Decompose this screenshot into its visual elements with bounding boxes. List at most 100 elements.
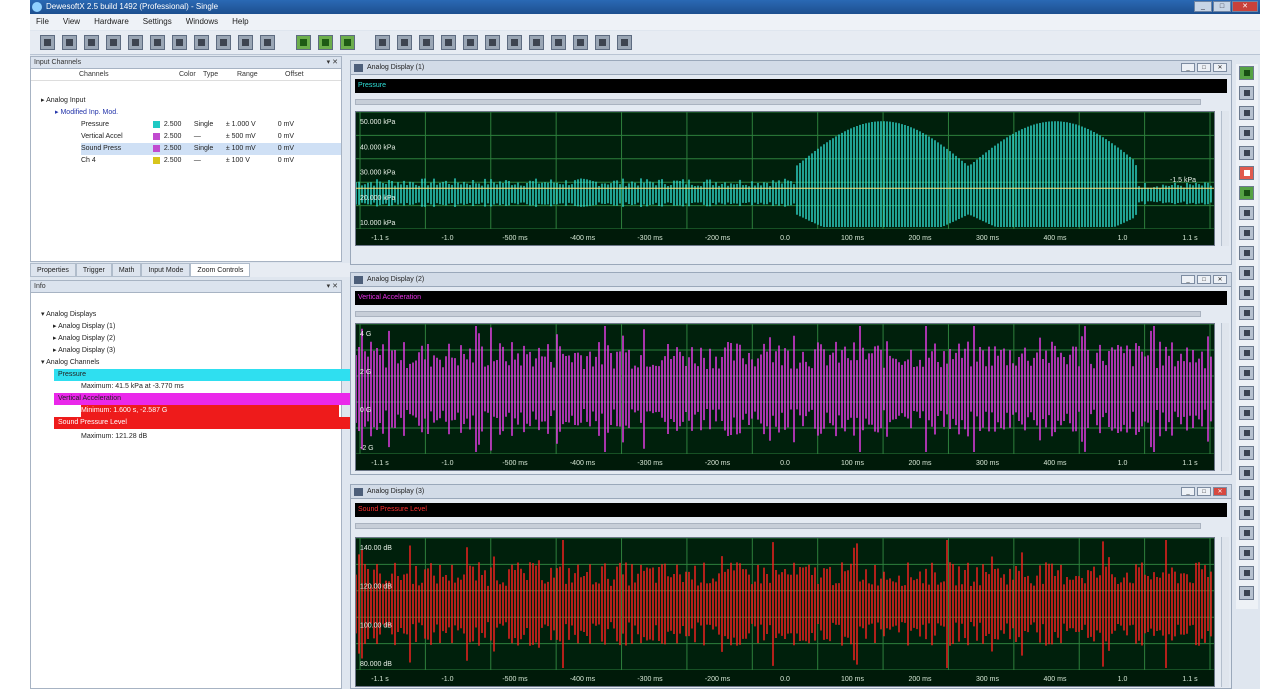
display-channel-bar[interactable]: Vertical Acceleration xyxy=(355,291,1227,305)
tree-analog-displays[interactable]: ▾ Analog Displays xyxy=(41,309,96,321)
info-channel-sound-pressure[interactable]: Sound Pressure Level xyxy=(54,417,362,429)
display-scrollbar[interactable] xyxy=(355,523,1201,529)
measure-icon[interactable] xyxy=(128,35,143,50)
menu-help[interactable]: Help xyxy=(232,14,248,30)
display-minimize-button[interactable]: _ xyxy=(1181,63,1195,72)
table-icon[interactable] xyxy=(551,35,566,50)
close-button[interactable]: ✕ xyxy=(1232,1,1258,12)
col-offset[interactable]: Offset xyxy=(285,69,325,80)
help-icon[interactable] xyxy=(1239,566,1254,580)
channel-row[interactable]: Vertical Accel 2.500 — ± 500 mV 0 mV xyxy=(81,131,341,143)
new-file-icon[interactable] xyxy=(40,35,55,50)
tab-math[interactable]: Math xyxy=(111,263,142,277)
stop-icon[interactable] xyxy=(340,35,355,50)
properties-icon[interactable] xyxy=(1239,546,1254,560)
xy-view-icon[interactable] xyxy=(1239,206,1254,220)
tree-display-3[interactable]: ▸ Analog Display (3) xyxy=(53,345,115,357)
display-scrollbar[interactable] xyxy=(355,311,1201,317)
menu-file[interactable]: File xyxy=(36,14,49,30)
zoom-icon[interactable] xyxy=(194,35,209,50)
lock-icon[interactable] xyxy=(1239,526,1254,540)
menu-settings[interactable]: Settings xyxy=(143,14,172,30)
minimize-button[interactable]: _ xyxy=(1194,1,1212,12)
settings-icon[interactable] xyxy=(617,35,632,50)
display-close-button[interactable]: ✕ xyxy=(1213,487,1227,496)
display-close-button[interactable]: ✕ xyxy=(1213,275,1227,284)
display-maximize-button[interactable]: □ xyxy=(1197,487,1211,496)
display-maximize-button[interactable]: □ xyxy=(1197,275,1211,284)
remove-icon[interactable] xyxy=(1239,286,1254,300)
tab-zoom-controls[interactable]: Zoom Controls xyxy=(190,263,251,277)
display-minimize-button[interactable]: _ xyxy=(1181,487,1195,496)
plot-canvas-vertical-acceleration[interactable]: 4 G 2 G 0 G -2 G -1.1 s -1.0 -500 ms -400 ms -30… xyxy=(356,324,1214,470)
layout-2-icon[interactable] xyxy=(397,35,412,50)
chart-icon[interactable] xyxy=(573,35,588,50)
scope-icon[interactable] xyxy=(595,35,610,50)
info-channel-pressure[interactable]: Pressure xyxy=(54,369,362,381)
tab-input-mode[interactable]: Input Mode xyxy=(141,263,191,277)
tree-analog-input[interactable]: ▸ Analog Input xyxy=(41,95,85,107)
zoom-in-icon[interactable] xyxy=(1239,326,1254,340)
run-icon[interactable] xyxy=(296,35,311,50)
channel-color-swatch[interactable] xyxy=(152,156,160,164)
tab-properties[interactable]: Properties xyxy=(30,263,76,277)
marker-tool-icon[interactable] xyxy=(1239,446,1254,460)
align-icon[interactable] xyxy=(1239,386,1254,400)
tree-analog-channels[interactable]: ▾ Analog Channels xyxy=(41,357,99,369)
plot-canvas-sound-pressure[interactable]: 140.00 dB 120.00 dB 100.00 dB 80.000 dB -1.1… xyxy=(356,538,1214,686)
tab-trigger[interactable]: Trigger xyxy=(75,263,112,277)
menu-hardware[interactable]: Hardware xyxy=(94,14,129,30)
tree-display-1[interactable]: ▸ Analog Display (1) xyxy=(53,321,115,333)
menu-view[interactable]: View xyxy=(63,14,80,30)
xy-plot-icon[interactable] xyxy=(507,35,522,50)
layout-4-icon[interactable] xyxy=(441,35,456,50)
display-plot[interactable]: 50.000 kPa 40.000 kPa 30.000 kPa 20.000 kPa… xyxy=(355,111,1215,246)
overlay-icon[interactable] xyxy=(1239,226,1254,240)
display-mode-icon[interactable] xyxy=(1239,66,1254,80)
fft-icon[interactable] xyxy=(485,35,500,50)
channel-row[interactable]: Ch 4 2.500 — ± 100 V 0 mV xyxy=(81,155,341,167)
cursor-icon[interactable] xyxy=(172,35,187,50)
maximize-button[interactable]: □ xyxy=(1213,1,1231,12)
table-view-icon[interactable] xyxy=(1239,186,1254,200)
layout-1-icon[interactable] xyxy=(375,35,390,50)
display-vertical-scrollbar[interactable] xyxy=(1221,537,1229,687)
display-scrollbar[interactable] xyxy=(355,99,1201,105)
alarm-icon[interactable] xyxy=(1239,166,1254,180)
legend-icon[interactable] xyxy=(1239,426,1254,440)
channel-color-swatch[interactable] xyxy=(152,144,160,152)
fft-view-icon[interactable] xyxy=(1239,126,1254,140)
display-maximize-button[interactable]: □ xyxy=(1197,63,1211,72)
channel-color-swatch[interactable] xyxy=(152,132,160,140)
record-icon[interactable] xyxy=(318,35,333,50)
col-type[interactable]: Type xyxy=(203,69,237,80)
col-range[interactable]: Range xyxy=(237,69,285,80)
digital-meter-icon[interactable] xyxy=(1239,146,1254,160)
open-file-icon[interactable] xyxy=(62,35,77,50)
display-vertical-scrollbar[interactable] xyxy=(1221,111,1229,246)
col-color[interactable]: Color xyxy=(179,69,203,80)
menu-windows[interactable]: Windows xyxy=(186,14,218,30)
pan-icon[interactable] xyxy=(216,35,231,50)
save-icon[interactable] xyxy=(84,35,99,50)
print-tool-icon[interactable] xyxy=(1239,486,1254,500)
pane-pin-icon[interactable]: ▾ ✕ xyxy=(327,57,338,69)
display-vertical-scrollbar[interactable] xyxy=(1221,323,1229,471)
export-icon[interactable] xyxy=(260,35,275,50)
fit-icon[interactable] xyxy=(1239,366,1254,380)
info-channel-vertical-acc[interactable]: Vertical Acceleration xyxy=(54,393,362,405)
tree-display-2[interactable]: ▸ Analog Display (2) xyxy=(53,333,115,345)
grid-toggle-icon[interactable] xyxy=(1239,406,1254,420)
display-plot[interactable]: 140.00 dB 120.00 dB 100.00 dB 80.000 dB -1.1… xyxy=(355,537,1215,687)
plot-canvas-pressure[interactable]: 50.000 kPa 40.000 kPa 30.000 kPa 20.000 kPa… xyxy=(356,112,1214,245)
channel-color-swatch[interactable] xyxy=(152,120,160,128)
layout-3-icon[interactable] xyxy=(419,35,434,50)
recorder-icon[interactable] xyxy=(1239,86,1254,100)
display-minimize-button[interactable]: _ xyxy=(1181,275,1195,284)
add-icon[interactable] xyxy=(1239,266,1254,280)
cursor-tool-icon[interactable] xyxy=(1239,306,1254,320)
meter-icon[interactable] xyxy=(529,35,544,50)
print-icon[interactable] xyxy=(106,35,121,50)
marker-icon[interactable] xyxy=(238,35,253,50)
channel-row[interactable]: Pressure 2.500 Single ± 1.000 V 0 mV xyxy=(81,119,341,131)
